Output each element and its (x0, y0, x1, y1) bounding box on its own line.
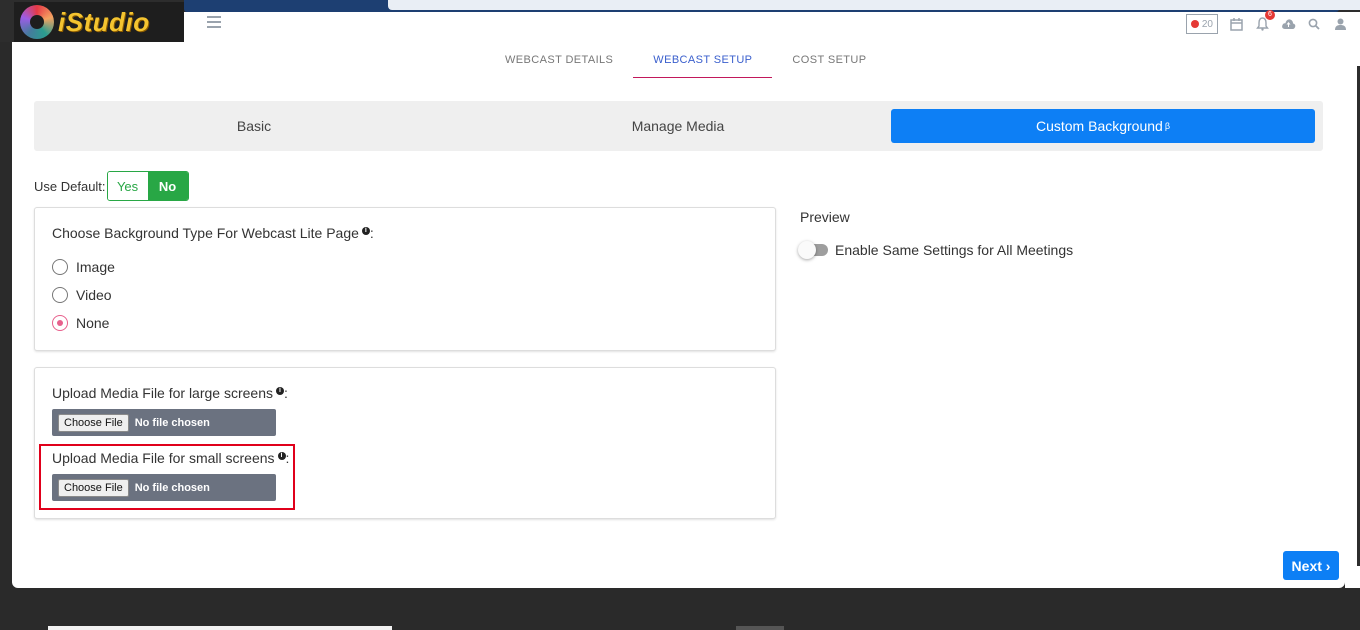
record-dot-icon (1190, 20, 1199, 28)
use-default-row: Use Default: Yes No (34, 171, 189, 201)
same-settings-row: Enable Same Settings for All Meetings (798, 241, 1074, 259)
top-toolbar (184, 12, 1360, 42)
same-settings-label: Enable Same Settings for All Meetings (835, 242, 1074, 258)
logo-text: iStudio (58, 6, 150, 37)
title-colon: : (284, 385, 288, 401)
top-bar: iStudio 20 6 (0, 0, 1360, 42)
taskbar-strip (48, 626, 392, 630)
use-default-no-button[interactable]: No (147, 172, 188, 200)
highlight-annotation (39, 444, 295, 510)
subtab-basic[interactable]: Basic (42, 109, 466, 143)
tab-cost-setup[interactable]: COST SETUP (772, 42, 886, 78)
radio-image-label: Image (76, 259, 115, 275)
radio-video-label: Video (76, 287, 112, 303)
upload-large-title-text: Upload Media File for large screens (52, 385, 273, 401)
tab-webcast-details[interactable]: WEBCAST DETAILS (485, 42, 633, 78)
tab-webcast-setup[interactable]: WEBCAST SETUP (633, 42, 773, 78)
search-icon[interactable] (1306, 16, 1322, 32)
radio-image[interactable]: Image (52, 258, 115, 276)
taskbar-indicator (736, 626, 784, 630)
radio-circle-icon (52, 259, 68, 275)
scrollbar[interactable] (1345, 42, 1360, 588)
background-type-title-text: Choose Background Type For Webcast Lite … (52, 225, 359, 241)
file-status: No file chosen (134, 416, 210, 429)
upload-large-title: Upload Media File for large screens i: (52, 385, 288, 401)
user-icon[interactable] (1332, 16, 1348, 32)
use-default-yes-button[interactable]: Yes (107, 172, 148, 200)
recording-count: 20 (1201, 18, 1213, 30)
app-logo[interactable]: iStudio (14, 2, 184, 42)
use-default-toggle: Yes No (106, 171, 189, 201)
preview-label: Preview (800, 209, 850, 225)
same-settings-switch[interactable] (798, 241, 828, 259)
background-type-panel: Choose Background Type For Webcast Lite … (34, 207, 776, 351)
radio-checked-icon (52, 315, 68, 331)
subtab-manage-media[interactable]: Manage Media (466, 109, 890, 143)
choose-file-button[interactable]: Choose File (58, 413, 129, 432)
bell-icon[interactable]: 6 (1254, 10, 1275, 32)
top-banner (184, 0, 1360, 12)
subtab-custom-background[interactable]: Custom Background β (891, 109, 1315, 143)
calendar-icon[interactable] (1228, 16, 1244, 32)
webcast-setup-card: WEBCAST DETAILS WEBCAST SETUP COST SETUP… (12, 42, 1345, 588)
recording-badge[interactable]: 20 (1185, 14, 1218, 34)
subtab-custom-background-label: Custom Background (1035, 118, 1163, 134)
radio-none[interactable]: None (52, 314, 109, 332)
radio-video[interactable]: Video (52, 286, 112, 304)
info-icon: i (276, 387, 284, 396)
upload-large-file-input[interactable]: Choose File No file chosen (52, 409, 276, 436)
use-default-label: Use Default: (34, 178, 106, 194)
cloud-upload-icon[interactable] (1280, 16, 1296, 32)
next-button[interactable]: Next › (1283, 551, 1339, 580)
radio-none-label: None (76, 315, 110, 331)
notification-count: 6 (1265, 10, 1275, 20)
beta-marker: β (1164, 121, 1171, 131)
setup-subtabs: Basic Manage Media Custom Background β (34, 101, 1323, 151)
background-type-title: Choose Background Type For Webcast Lite … (52, 225, 374, 241)
radio-circle-icon (52, 287, 68, 303)
top-icon-bar: 20 6 (1185, 10, 1348, 35)
menu-toggle-icon[interactable] (207, 16, 221, 28)
setup-tabs: WEBCAST DETAILS WEBCAST SETUP COST SETUP (485, 42, 887, 78)
logo-mark-icon (20, 5, 54, 39)
info-icon: i (361, 227, 370, 236)
title-colon: : (369, 225, 374, 241)
